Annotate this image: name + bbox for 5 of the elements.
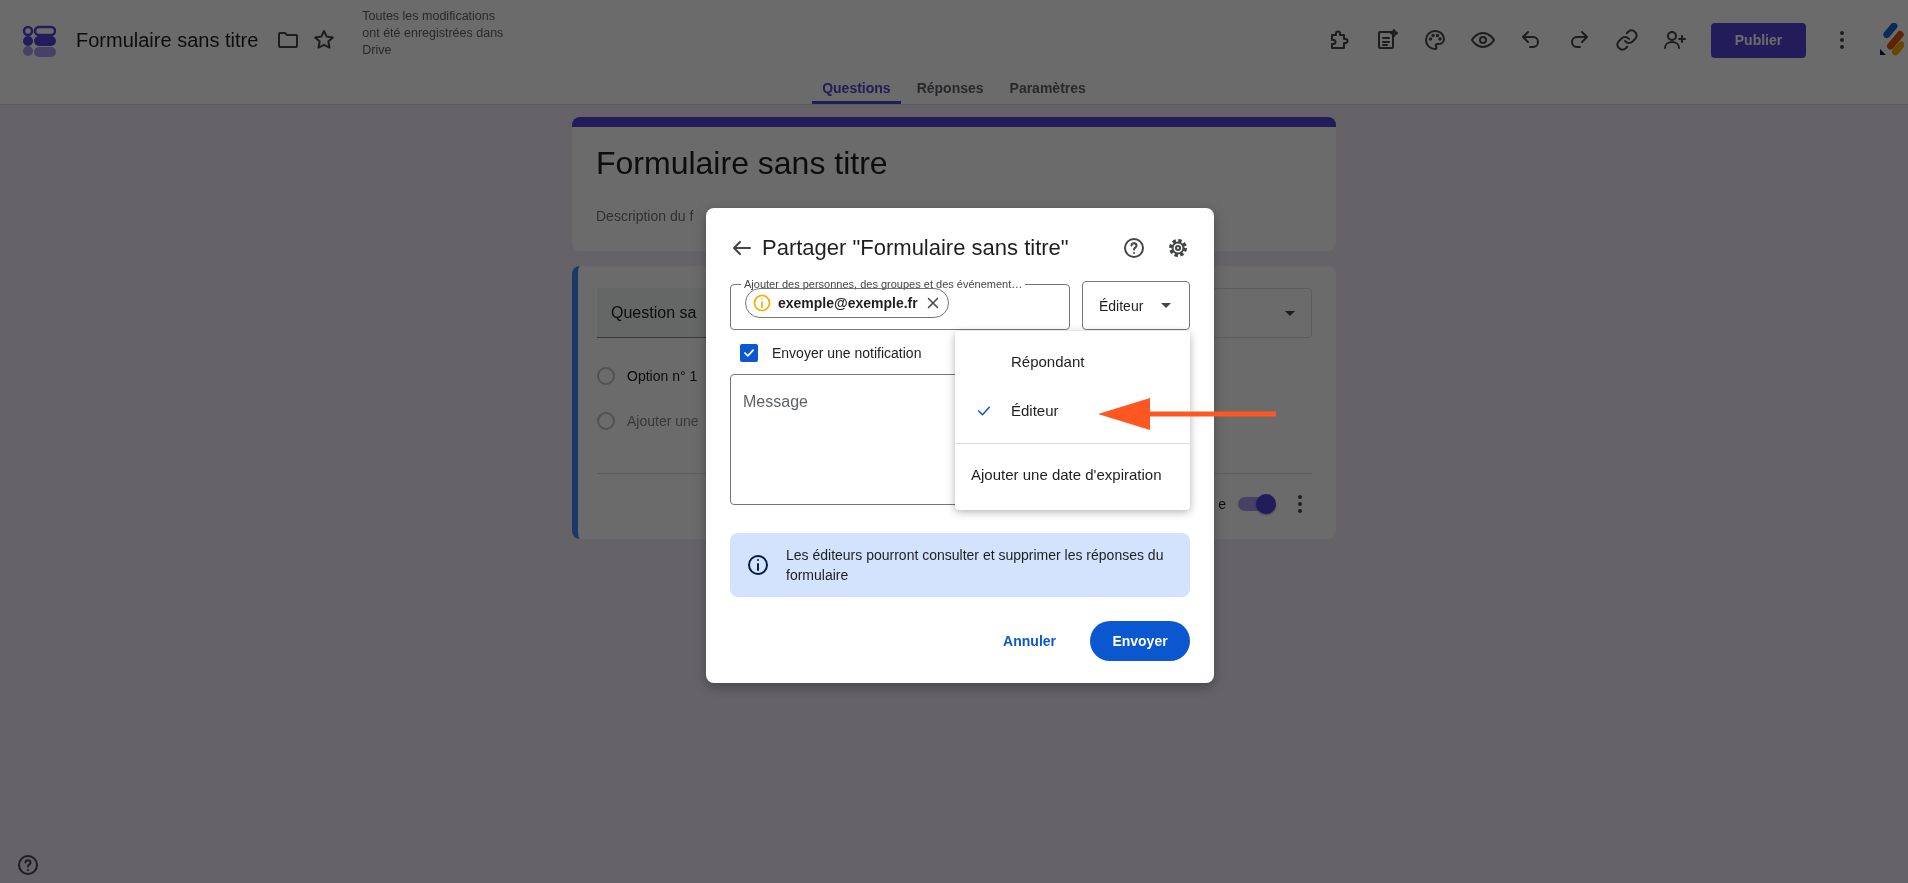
info-text: Les éditeurs pourront consulter et supprimer les réponses du formulaire bbox=[786, 546, 1165, 585]
notify-label: Envoyer une notification bbox=[772, 345, 922, 361]
save-status: Toutes les modifications ont été enregistrées dans Drive bbox=[362, 8, 505, 59]
required-label: e bbox=[1218, 496, 1226, 512]
dialog-title: Partager "Formulaire sans titre" bbox=[762, 235, 1070, 261]
